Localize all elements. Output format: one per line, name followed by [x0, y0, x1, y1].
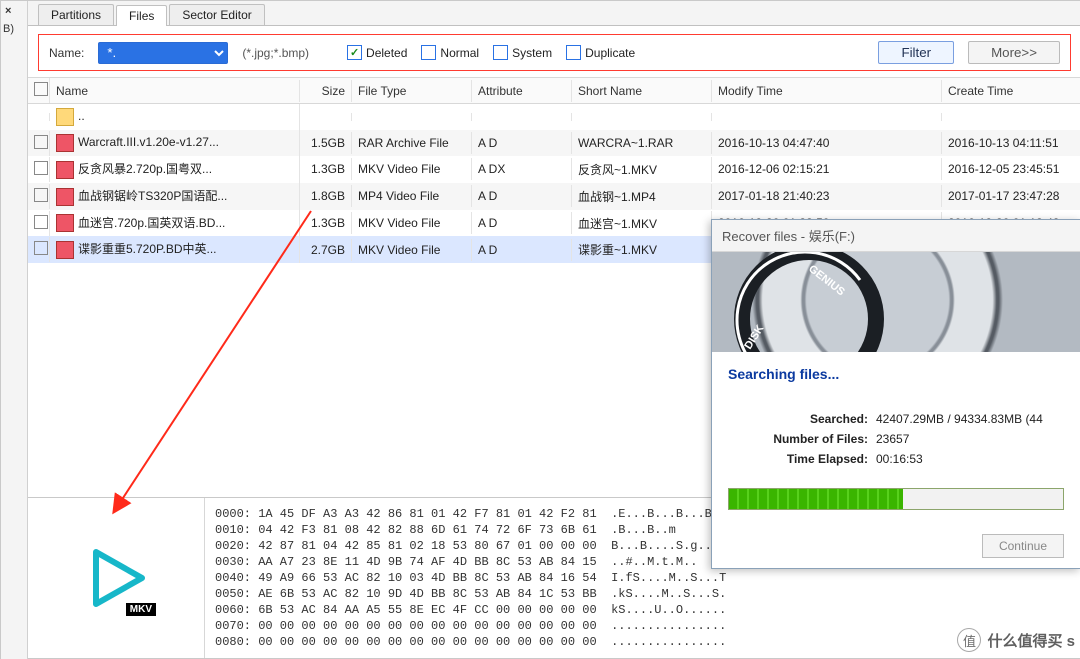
file-attr: A D	[472, 185, 572, 207]
col-attribute[interactable]: Attribute	[472, 80, 572, 102]
searched-value: 42407.29MB / 94334.83MB (44	[876, 412, 1043, 426]
file-name: 反贪风暴2.720p.国粤双...	[78, 162, 212, 176]
file-short: 血战钢~1.MP4	[572, 184, 712, 209]
file-name: Warcraft.III.v1.20e-v1.27...	[78, 135, 219, 149]
drive-label: B)	[1, 17, 27, 41]
file-short: WARCRA~1.RAR	[572, 132, 712, 154]
file-type: MKV Video File	[352, 158, 472, 180]
more-button[interactable]: More>>	[968, 41, 1060, 64]
file-name: 血战钢锯岭TS320P国语配...	[78, 189, 227, 203]
file-mod: 2016-10-13 04:47:40	[712, 132, 942, 154]
file-attr: A D	[472, 132, 572, 154]
col-check[interactable]	[28, 78, 50, 103]
row-checkbox[interactable]	[34, 215, 48, 229]
file-mod: 2017-01-18 21:40:23	[712, 185, 942, 207]
row-checkbox[interactable]	[34, 188, 48, 202]
numfiles-value: 23657	[876, 432, 909, 446]
file-short: 血迷宫~1.MKV	[572, 211, 712, 236]
watermark-icon: 值	[957, 628, 981, 652]
svg-text:DISK: DISK	[742, 323, 766, 352]
progress-fill	[729, 489, 903, 509]
deleted-label: Deleted	[366, 46, 407, 60]
col-type[interactable]: File Type	[352, 80, 472, 102]
col-create-time[interactable]: Create Time	[942, 80, 1080, 102]
duplicate-checkbox[interactable]: Duplicate	[566, 45, 635, 60]
file-size: 1.8GB	[300, 185, 352, 207]
file-row[interactable]: 反贪风暴2.720p.国粤双... 1.3GB MKV Video File A…	[28, 156, 1080, 183]
file-size: 2.7GB	[300, 239, 352, 261]
tab-partitions[interactable]: Partitions	[38, 4, 114, 25]
row-checkbox[interactable]	[34, 241, 48, 255]
col-short-name[interactable]: Short Name	[572, 80, 712, 102]
file-icon	[56, 214, 74, 232]
file-icon	[56, 241, 74, 259]
preview-pane: MKV	[28, 498, 205, 658]
file-attr: A D	[472, 239, 572, 261]
tab-sector-editor[interactable]: Sector Editor	[169, 4, 264, 25]
col-name[interactable]: Name	[50, 80, 300, 102]
name-filter-hint: (*.jpg;*.bmp)	[242, 46, 309, 60]
system-label: System	[512, 46, 552, 60]
file-type: MKV Video File	[352, 212, 472, 234]
file-icon	[56, 161, 74, 179]
row-checkbox[interactable]	[34, 135, 48, 149]
file-size: 1.5GB	[300, 132, 352, 154]
system-checkbox[interactable]: System	[493, 45, 552, 60]
folder-icon	[56, 108, 74, 126]
tab-files[interactable]: Files	[116, 5, 167, 26]
file-size: 1.3GB	[300, 158, 352, 180]
name-label: Name:	[49, 46, 84, 60]
watermark: 值 什么值得买 s	[957, 628, 1075, 652]
file-name: 血迷宫.720p.国英双语.BD...	[78, 216, 225, 230]
search-status: Searching files...	[728, 366, 1064, 382]
close-icon[interactable]: ×	[1, 5, 27, 17]
file-mod: 2016-12-06 02:15:21	[712, 158, 942, 180]
file-create: 2017-01-17 23:47:28	[942, 185, 1080, 207]
updir-label: ..	[78, 109, 85, 123]
duplicate-label: Duplicate	[585, 46, 635, 60]
continue-button[interactable]: Continue	[982, 534, 1064, 558]
progress-bar	[728, 488, 1064, 510]
col-modify-time[interactable]: Modify Time	[712, 80, 942, 102]
mkv-badge: MKV	[126, 603, 156, 616]
tab-bar: Partitions Files Sector Editor	[28, 1, 1080, 26]
file-create: 2016-12-05 23:45:51	[942, 158, 1080, 180]
file-attr: A DX	[472, 158, 572, 180]
row-checkbox[interactable]	[34, 161, 48, 175]
deleted-checkbox[interactable]: Deleted	[347, 45, 407, 60]
file-icon	[56, 188, 74, 206]
file-icon	[56, 134, 74, 152]
file-size: 1.3GB	[300, 212, 352, 234]
elapsed-value: 00:16:53	[876, 452, 923, 466]
dialog-banner: DISK GENIUS	[712, 252, 1080, 352]
searched-label: Searched:	[728, 412, 876, 426]
play-icon: MKV	[84, 546, 148, 610]
name-filter-select[interactable]: *.	[98, 42, 228, 64]
updir-row[interactable]: ..	[28, 104, 1080, 130]
column-headers: Name Size File Type Attribute Short Name…	[28, 77, 1080, 104]
normal-label: Normal	[440, 46, 479, 60]
file-type: RAR Archive File	[352, 132, 472, 154]
dialog-title: Recover files - 娱乐(F:)	[712, 220, 1080, 252]
file-short: 谍影重~1.MKV	[572, 237, 712, 262]
left-panel-stub: × B)	[1, 1, 28, 659]
numfiles-label: Number of Files:	[728, 432, 876, 446]
recover-dialog: Recover files - 娱乐(F:) DISK GENIUS Search…	[711, 219, 1080, 569]
file-short: 反贪风~1.MKV	[572, 157, 712, 182]
filter-bar: Name: *. (*.jpg;*.bmp) Deleted Normal Sy…	[38, 34, 1071, 71]
col-size[interactable]: Size	[300, 80, 352, 102]
file-attr: A D	[472, 212, 572, 234]
file-row[interactable]: Warcraft.III.v1.20e-v1.27... 1.5GB RAR A…	[28, 130, 1080, 156]
normal-checkbox[interactable]: Normal	[421, 45, 479, 60]
elapsed-label: Time Elapsed:	[728, 452, 876, 466]
watermark-text: 什么值得买 s	[987, 630, 1075, 651]
file-name: 谍影重重5.720P.BD中英...	[78, 242, 217, 256]
file-create: 2016-10-13 04:11:51	[942, 132, 1080, 154]
filter-button[interactable]: Filter	[878, 41, 954, 64]
file-type: MP4 Video File	[352, 185, 472, 207]
file-type: MKV Video File	[352, 239, 472, 261]
file-row[interactable]: 血战钢锯岭TS320P国语配... 1.8GB MP4 Video File A…	[28, 183, 1080, 210]
svg-text:GENIUS: GENIUS	[806, 263, 847, 298]
